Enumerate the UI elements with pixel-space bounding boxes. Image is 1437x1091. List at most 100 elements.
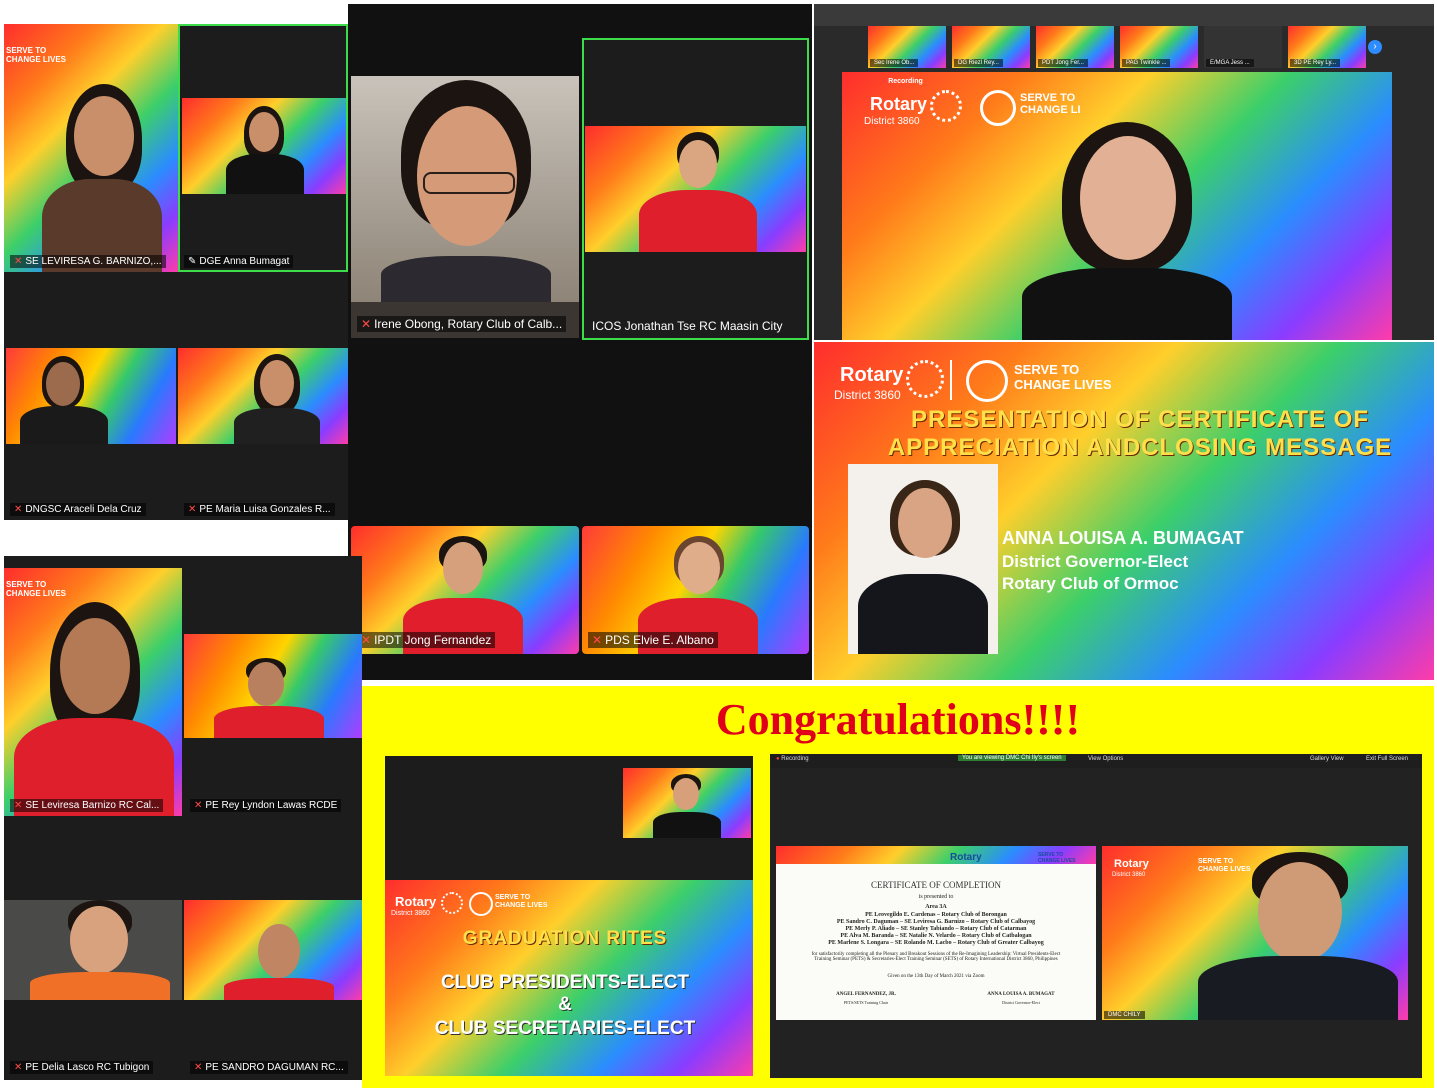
person-body [20, 406, 108, 444]
signature-role: PETS/SETS Training Chair [843, 1000, 889, 1005]
pin-icon: ✎ [188, 256, 197, 267]
video-tile[interactable]: SERVE TO CHANGE LIVES ✕ SE LEVIRESA G. BA… [4, 24, 178, 272]
speaker-video[interactable]: Rotary District 3860 SERVE TO CHANGE LIV… [1102, 846, 1408, 1020]
video-tile[interactable]: ✕ PE Maria Luisa Gonzales R... [178, 272, 348, 520]
thumbnail-tile[interactable]: 3D PE Rey Ly... [1288, 26, 1366, 68]
muted-mic-icon: ✕ [14, 800, 23, 811]
thumbnail-tile[interactable]: DG Riezl Rey... [952, 26, 1030, 68]
participant-name: ✕ SE LEVIRESA G. BARNIZO,... [10, 255, 166, 268]
signature-name: ANNA LOUISA A. BUMAGAT [987, 992, 1055, 997]
certificate-area: Area 3A [925, 904, 947, 910]
video-feed [4, 900, 182, 1000]
participant-name: ✕ PE Maria Luisa Gonzales R... [184, 503, 335, 516]
slide-title-line2: APPRECIATION ANDCLOSING MESSAGE [887, 434, 1393, 461]
certificate-presented: is presented to [918, 894, 954, 900]
video-feed [623, 768, 751, 838]
certificate-body: for satisfactorily completing all the Pl… [811, 952, 1061, 962]
video-tile[interactable]: ✕ PE Delia Lasco RC Tubigon [4, 820, 182, 1078]
person-face [248, 662, 284, 706]
video-tile[interactable]: SERVE TO CHANGE LIVES ✕ SE Leviresa Barni… [4, 568, 182, 816]
person-face [679, 140, 717, 188]
certificate-name-line: PE Sandro C. Daguman – SE Leviresa G. Ba… [836, 919, 1036, 925]
muted-mic-icon: ✕ [14, 256, 23, 267]
video-feed [6, 348, 176, 444]
view-options-menu[interactable]: View Options [1088, 756, 1123, 762]
gallery-view-button[interactable]: Gallery View [1310, 756, 1344, 762]
video-tile-active-speaker[interactable]: ICOS Jonathan Tse RC Maasin City [582, 38, 809, 340]
video-tile-active-speaker[interactable]: ✎ DGE Anna Bumagat [178, 24, 348, 272]
slogan-text: SERVE TO CHANGE LIVES [1038, 852, 1076, 864]
participant-name: PDT Jong Fer... [1038, 59, 1088, 67]
district-text: District 3860 [391, 910, 430, 917]
person-body [30, 972, 170, 1000]
participant-name: ✕ DNGSC Araceli Dela Cruz [10, 503, 146, 516]
video-feed [184, 900, 362, 1000]
participant-name: ✕ PDS Elvie E. Albano [588, 632, 718, 648]
glasses-icon [423, 172, 515, 194]
video-tile[interactable] [623, 768, 751, 838]
person-body [1022, 268, 1232, 340]
participant-name: ✕ SE Leviresa Barnizo RC Cal... [10, 799, 164, 812]
person-face [60, 618, 130, 714]
next-page-arrow-icon[interactable]: › [1368, 40, 1382, 54]
video-tile[interactable]: ✕ PE SANDRO DAGUMAN RC... [184, 820, 362, 1078]
participant-name: ✕ Irene Obong, Rotary Club of Calb... [357, 316, 567, 332]
speaker-club: Rotary Club of Ormoc [1002, 574, 1179, 593]
district-text: District 3860 [864, 116, 920, 127]
thumbnail-tile[interactable]: Sec Irene Ob... [868, 26, 946, 68]
person-body [224, 978, 334, 1000]
speaker-role: District Governor-Elect [1002, 552, 1189, 571]
slogan-text: SERVE TO CHANGE LIVES [6, 46, 67, 64]
video-tile[interactable]: ✕ PE Rey Lyndon Lawas RCDE [184, 568, 362, 816]
certificate-name-line: PE Marlene S. Longara – SE Rolando M. La… [828, 940, 1044, 946]
zoom-gallery-bottom-left: SERVE TO CHANGE LIVES ✕ SE Leviresa Barni… [4, 556, 362, 1080]
recording-indicator: ● Recording [882, 78, 923, 85]
person-face [46, 362, 80, 406]
rotary-logo-text: Rotary [1114, 858, 1149, 870]
participant-name: ✕ PE SANDRO DAGUMAN RC... [190, 1061, 348, 1074]
logo-divider [950, 360, 952, 400]
presentation-slide: Rotary District 3860 SERVE TO CHANGE LIV… [814, 342, 1434, 680]
person-face [678, 542, 720, 594]
thumbnail-tile[interactable]: PDT Jong Fer... [1036, 26, 1114, 68]
shared-screen-window: ● Recording You are viewing DMC Chi Ily'… [770, 754, 1422, 1078]
person-face [1258, 862, 1342, 962]
rotary-logo-text: Rotary [840, 364, 904, 386]
video-feed [351, 76, 579, 302]
person-face [249, 112, 279, 152]
rotary-wheel-icon [441, 892, 463, 914]
muted-mic-icon: ✕ [361, 317, 372, 331]
slogan-text: SERVE TO CHANGE LI [1020, 92, 1081, 116]
muted-mic-icon: ✕ [194, 1062, 203, 1073]
viewing-banner: You are viewing DMC Chi Ily's screen [958, 755, 1066, 761]
exit-fullscreen-button[interactable]: Exit Full Screen [1366, 756, 1408, 762]
zoom-gallery-top-left: SERVE TO CHANGE LIVES ✕ SE LEVIRESA G. BA… [4, 24, 348, 520]
person-body [226, 154, 304, 194]
slide-line2: CLUB SECRETARIES-ELECT [434, 1018, 696, 1039]
globe-icon [980, 90, 1016, 126]
video-tile[interactable]: ✕ IPDT Jong Fernandez [351, 526, 579, 654]
slogan-text: SERVE TO CHANGE LIVES [1198, 858, 1251, 873]
video-tile[interactable]: ✕ DNGSC Araceli Dela Cruz [4, 272, 178, 520]
muted-mic-icon: ✕ [14, 1062, 23, 1073]
slogan-text: SERVE TO CHANGE LIVES [495, 894, 548, 909]
certificate-title: CERTIFICATE OF COMPLETION [871, 880, 1001, 890]
person-face [70, 906, 128, 974]
person-face [443, 542, 483, 594]
person-body [214, 706, 324, 738]
certificate-name-line: PE Alva M. Baranda – SE Natalie N. Velar… [840, 933, 1032, 939]
globe-icon [469, 892, 493, 916]
certificate-document: Rotary SERVE TO CHANGE LIVES CERTIFICATE… [776, 846, 1096, 1020]
person-body [639, 190, 757, 252]
certificate-name-line: PE Merly P. Aliado – SE Stanley Tabiando… [845, 926, 1027, 932]
thumbnail-tile[interactable]: E/MGA Jess ... [1204, 26, 1282, 68]
participant-name: ✕ PE Rey Lyndon Lawas RCDE [190, 799, 342, 812]
thumbnail-tile[interactable]: PAG Twinkle ... [1120, 26, 1198, 68]
zoom-toolbar: ● Recording You are viewing DMC Chi Ily'… [770, 754, 1422, 768]
person-face [74, 96, 134, 176]
person-face [258, 924, 300, 978]
video-tile[interactable]: ✕ Irene Obong, Rotary Club of Calb... [351, 76, 579, 338]
rotary-wheel-icon [906, 360, 944, 398]
video-tile[interactable]: ✕ PDS Elvie E. Albano [582, 526, 809, 654]
person-body [234, 408, 320, 444]
